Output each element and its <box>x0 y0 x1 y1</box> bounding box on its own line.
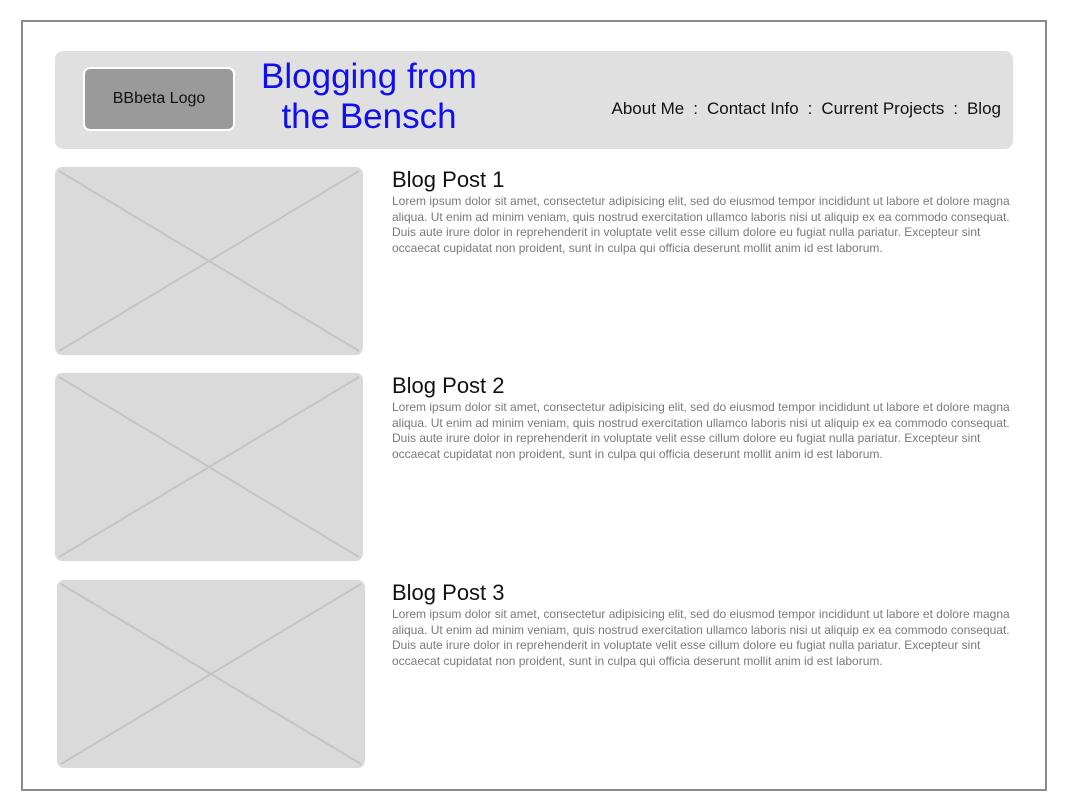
nav-blog[interactable]: Blog <box>967 99 1001 119</box>
post-title[interactable]: Blog Post 1 <box>392 167 505 193</box>
post-title[interactable]: Blog Post 3 <box>392 580 505 606</box>
image-placeholder-icon[interactable] <box>55 167 363 355</box>
logo-label: BBbeta Logo <box>112 90 206 107</box>
post-excerpt: Lorem ipsum dolor sit amet, consectetur … <box>392 400 1010 461</box>
blog-post-2: Blog Post 2 Lorem ipsum dolor sit amet, … <box>55 373 1015 563</box>
nav-about-me[interactable]: About Me <box>612 99 685 119</box>
site-title[interactable]: Blogging from the Bensch <box>251 57 487 137</box>
blog-post-1: Blog Post 1 Lorem ipsum dolor sit amet, … <box>55 167 1015 357</box>
site-logo[interactable]: BBbeta Logo <box>83 67 235 131</box>
nav-separator: : <box>953 99 958 118</box>
post-excerpt: Lorem ipsum dolor sit amet, consectetur … <box>392 194 1010 255</box>
nav-contact-info[interactable]: Contact Info <box>707 99 799 119</box>
main-nav: About Me : Contact Info : Current Projec… <box>612 99 1002 119</box>
site-header: BBbeta Logo Blogging from the Bensch Abo… <box>55 51 1013 149</box>
blog-post-3: Blog Post 3 Lorem ipsum dolor sit amet, … <box>57 580 1017 770</box>
nav-separator: : <box>807 99 813 118</box>
post-title[interactable]: Blog Post 2 <box>392 373 505 399</box>
post-excerpt: Lorem ipsum dolor sit amet, consectetur … <box>392 607 1010 668</box>
nav-current-projects[interactable]: Current Projects <box>821 99 944 119</box>
image-placeholder-icon[interactable] <box>55 373 363 561</box>
wireframe-page: BBbeta Logo Blogging from the Bensch Abo… <box>21 20 1047 791</box>
image-placeholder-icon[interactable] <box>57 580 365 768</box>
nav-separator: : <box>693 99 698 118</box>
